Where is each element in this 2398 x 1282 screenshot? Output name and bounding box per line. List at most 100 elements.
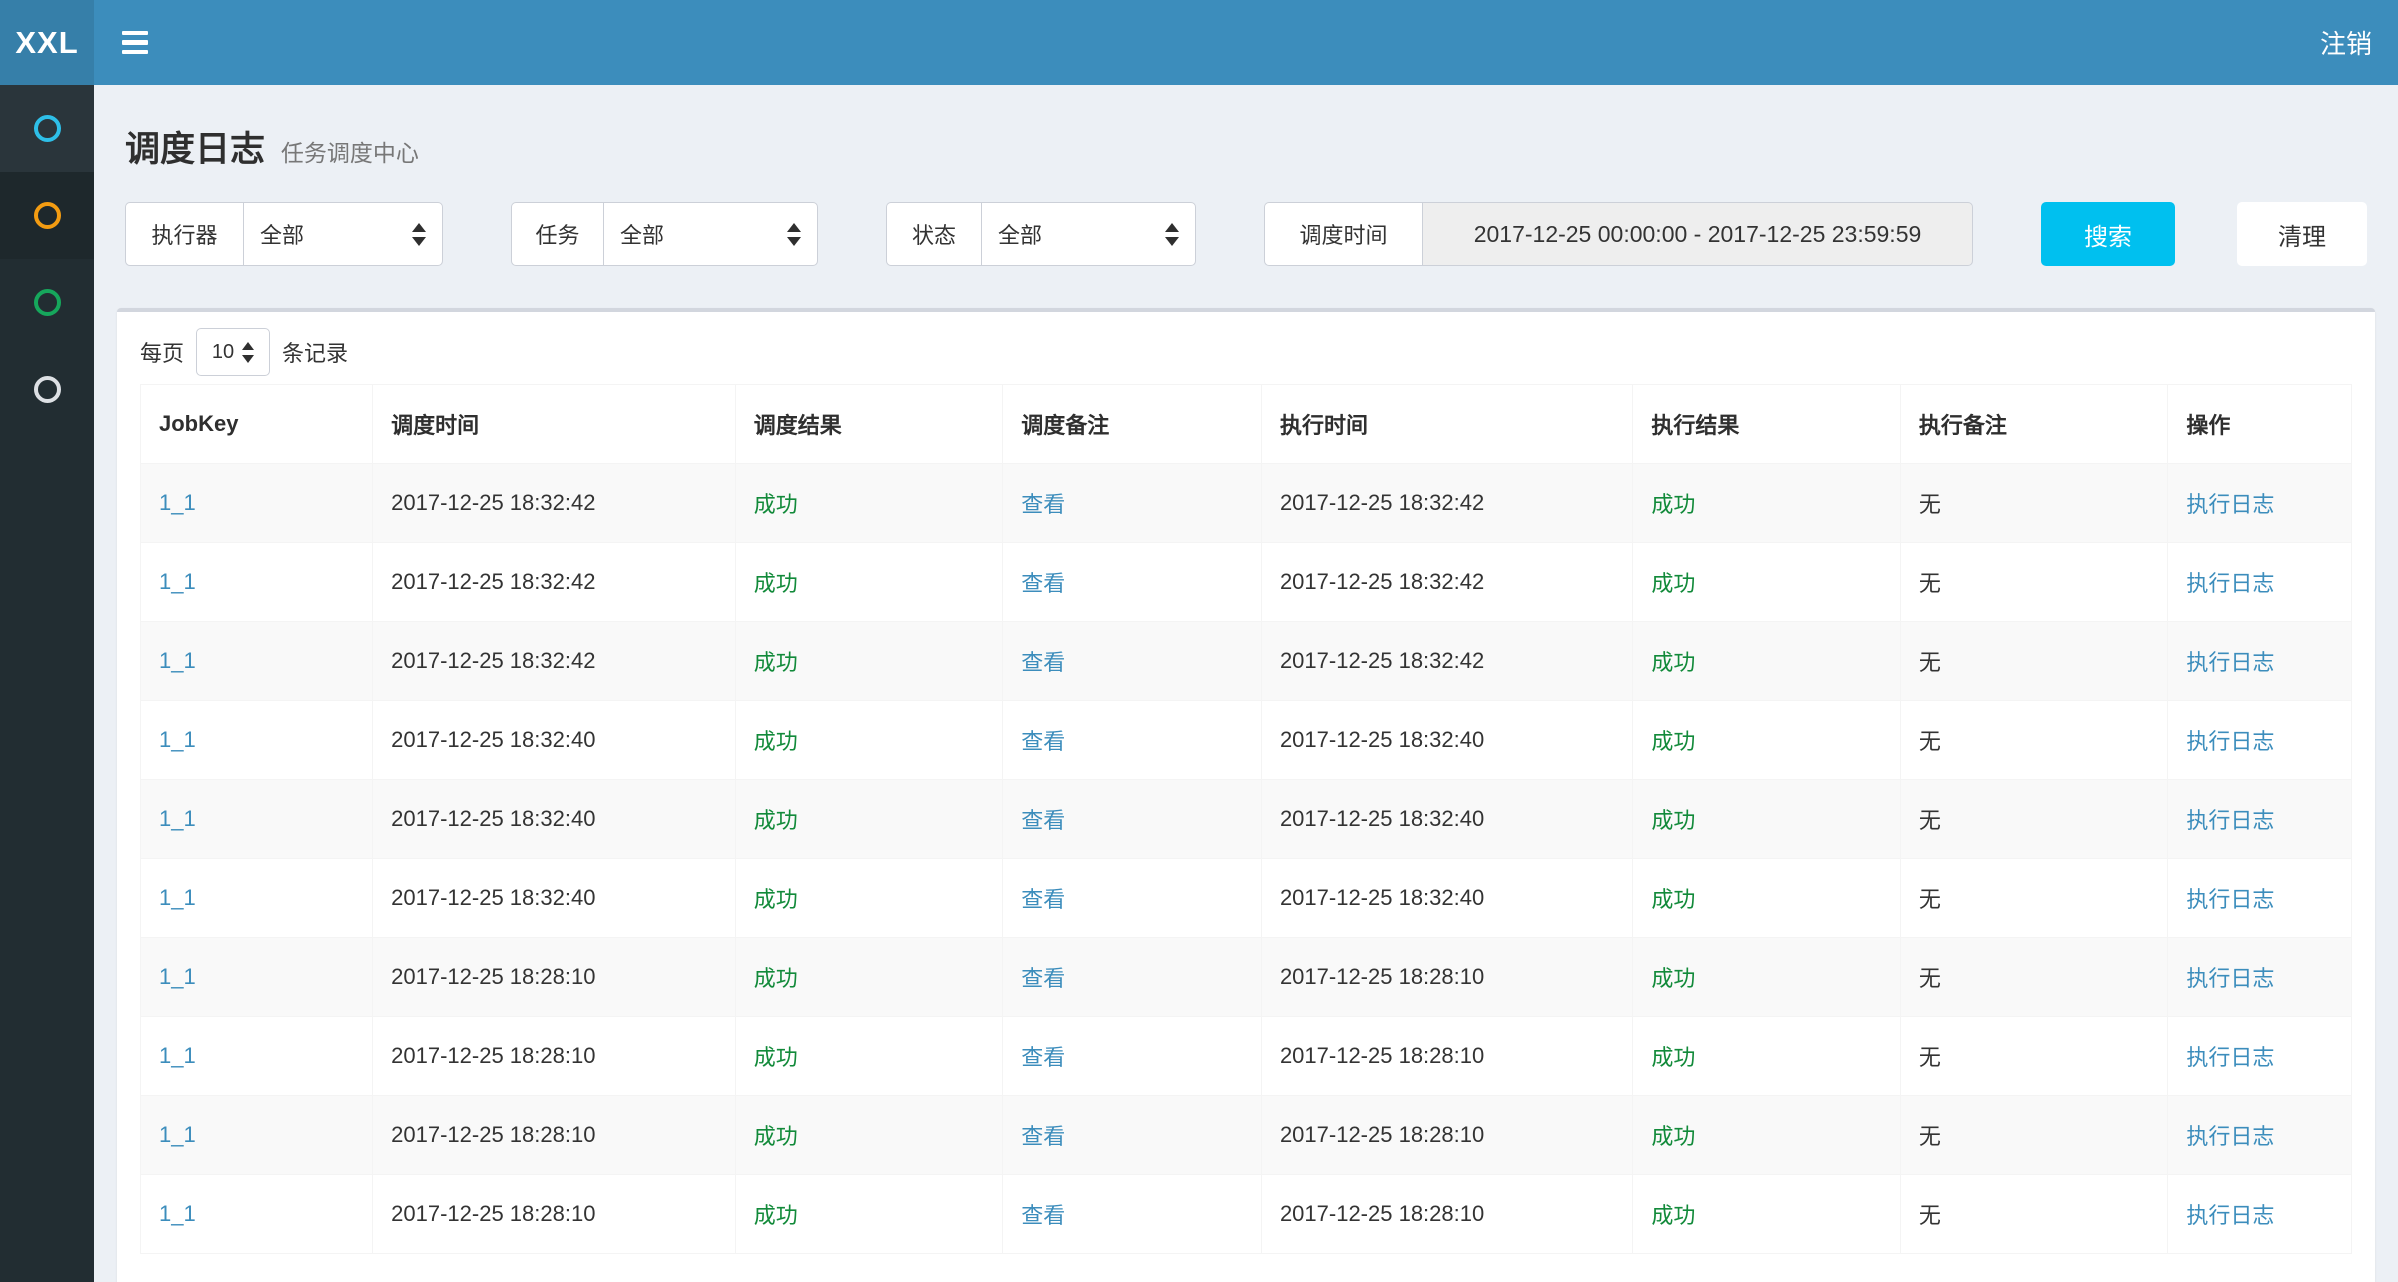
sidebar-item-1[interactable] bbox=[0, 85, 94, 172]
jobkey-link[interactable]: 1_1 bbox=[159, 1043, 196, 1068]
select-spinner-icon bbox=[787, 223, 801, 246]
trigger-msg-view-link[interactable]: 查看 bbox=[1021, 1203, 1065, 1228]
jobkey-link[interactable]: 1_1 bbox=[159, 806, 196, 831]
log-table: JobKey 调度时间 调度结果 调度备注 执行时间 执行结果 执行备注 操作 … bbox=[140, 384, 2352, 1254]
jobkey-link[interactable]: 1_1 bbox=[159, 490, 196, 515]
handle-time-cell: 2017-12-25 18:28:10 bbox=[1261, 1096, 1632, 1175]
handle-msg-cell: 无 bbox=[1900, 701, 2168, 780]
exec-log-link[interactable]: 执行日志 bbox=[2186, 650, 2274, 675]
table-row: 1_1 2017-12-25 18:28:10 成功 查看 2017-12-25… bbox=[141, 1017, 2352, 1096]
executor-filter-label: 执行器 bbox=[125, 202, 243, 266]
search-button[interactable]: 搜索 bbox=[2041, 202, 2175, 266]
circle-icon-orange bbox=[34, 202, 61, 229]
exec-log-link[interactable]: 执行日志 bbox=[2186, 729, 2274, 754]
trigger-msg-view-link[interactable]: 查看 bbox=[1021, 1124, 1065, 1149]
trigger-result-cell: 成功 bbox=[735, 859, 1003, 938]
exec-log-link[interactable]: 执行日志 bbox=[2186, 1124, 2274, 1149]
page-size-select[interactable]: 10 bbox=[196, 328, 270, 376]
page-size-suffix: 条记录 bbox=[282, 336, 348, 368]
handle-time-cell: 2017-12-25 18:32:42 bbox=[1261, 543, 1632, 622]
handle-msg-cell: 无 bbox=[1900, 622, 2168, 701]
trigger-time-cell: 2017-12-25 18:32:42 bbox=[373, 543, 736, 622]
sidebar-item-4[interactable] bbox=[0, 346, 94, 433]
trigger-msg-view-link[interactable]: 查看 bbox=[1021, 966, 1065, 991]
trigger-msg-view-link[interactable]: 查看 bbox=[1021, 1045, 1065, 1070]
select-spinner-icon bbox=[242, 342, 254, 363]
exec-log-link[interactable]: 执行日志 bbox=[2186, 808, 2274, 833]
trigger-result-cell: 成功 bbox=[735, 622, 1003, 701]
trigger-msg-view-link[interactable]: 查看 bbox=[1021, 808, 1065, 833]
executor-filter-select[interactable]: 全部 bbox=[243, 202, 443, 266]
handle-msg-cell: 无 bbox=[1900, 1175, 2168, 1254]
job-filter-select[interactable]: 全部 bbox=[603, 202, 818, 266]
handle-time-cell: 2017-12-25 18:32:42 bbox=[1261, 622, 1632, 701]
exec-log-link[interactable]: 执行日志 bbox=[2186, 887, 2274, 912]
handle-time-cell: 2017-12-25 18:28:10 bbox=[1261, 1017, 1632, 1096]
table-row: 1_1 2017-12-25 18:32:40 成功 查看 2017-12-25… bbox=[141, 780, 2352, 859]
main-content: 调度日志 任务调度中心 执行器 全部 任务 全部 状态 全部 bbox=[94, 121, 2398, 1282]
exec-log-link[interactable]: 执行日志 bbox=[2186, 571, 2274, 596]
status-filter-select[interactable]: 全部 bbox=[981, 202, 1196, 266]
clear-button[interactable]: 清理 bbox=[2237, 202, 2367, 266]
page-header: 调度日志 任务调度中心 bbox=[125, 121, 2367, 172]
handle-time-cell: 2017-12-25 18:28:10 bbox=[1261, 1175, 1632, 1254]
exec-log-link[interactable]: 执行日志 bbox=[2186, 1203, 2274, 1228]
trigger-result-cell: 成功 bbox=[735, 1096, 1003, 1175]
trigger-time-cell: 2017-12-25 18:28:10 bbox=[373, 938, 736, 1017]
table-row: 1_1 2017-12-25 18:28:10 成功 查看 2017-12-25… bbox=[141, 1096, 2352, 1175]
handle-time-cell: 2017-12-25 18:32:40 bbox=[1261, 780, 1632, 859]
log-box: 每页 10 条记录 JobKey 调度时间 调度结果 调度备注 执行时间 执行结… bbox=[117, 308, 2375, 1282]
jobkey-link[interactable]: 1_1 bbox=[159, 1201, 196, 1226]
circle-icon-light bbox=[34, 376, 61, 403]
sidebar-item-2[interactable] bbox=[0, 172, 94, 259]
handle-msg-cell: 无 bbox=[1900, 1096, 2168, 1175]
filter-bar: 执行器 全部 任务 全部 状态 全部 调度时间 2017-12-25 00:00… bbox=[125, 202, 2367, 266]
col-handle-result: 执行结果 bbox=[1633, 385, 1901, 464]
jobkey-link[interactable]: 1_1 bbox=[159, 648, 196, 673]
select-spinner-icon bbox=[412, 223, 426, 246]
col-handle-time: 执行时间 bbox=[1261, 385, 1632, 464]
trigger-time-cell: 2017-12-25 18:28:10 bbox=[373, 1096, 736, 1175]
jobkey-link[interactable]: 1_1 bbox=[159, 1122, 196, 1147]
trigger-result-cell: 成功 bbox=[735, 938, 1003, 1017]
trigger-msg-view-link[interactable]: 查看 bbox=[1021, 571, 1065, 596]
handle-result-cell: 成功 bbox=[1633, 1175, 1901, 1254]
exec-log-link[interactable]: 执行日志 bbox=[2186, 966, 2274, 991]
handle-result-cell: 成功 bbox=[1633, 622, 1901, 701]
trigger-msg-view-link[interactable]: 查看 bbox=[1021, 729, 1065, 754]
table-row: 1_1 2017-12-25 18:32:40 成功 查看 2017-12-25… bbox=[141, 701, 2352, 780]
col-handle-msg: 执行备注 bbox=[1900, 385, 2168, 464]
sidebar-nav bbox=[0, 85, 94, 1282]
jobkey-link[interactable]: 1_1 bbox=[159, 885, 196, 910]
handle-result-cell: 成功 bbox=[1633, 1017, 1901, 1096]
trigger-result-cell: 成功 bbox=[735, 701, 1003, 780]
trigger-time-range-input[interactable]: 2017-12-25 00:00:00 - 2017-12-25 23:59:5… bbox=[1422, 202, 1973, 266]
handle-msg-cell: 无 bbox=[1900, 859, 2168, 938]
trigger-time-cell: 2017-12-25 18:32:42 bbox=[373, 464, 736, 543]
handle-msg-cell: 无 bbox=[1900, 1017, 2168, 1096]
trigger-msg-view-link[interactable]: 查看 bbox=[1021, 650, 1065, 675]
circle-icon-green bbox=[34, 289, 61, 316]
sidebar-toggle-button[interactable] bbox=[94, 0, 176, 85]
trigger-time-filter-label: 调度时间 bbox=[1264, 202, 1422, 266]
handle-result-cell: 成功 bbox=[1633, 780, 1901, 859]
trigger-msg-view-link[interactable]: 查看 bbox=[1021, 492, 1065, 517]
table-row: 1_1 2017-12-25 18:32:42 成功 查看 2017-12-25… bbox=[141, 543, 2352, 622]
table-row: 1_1 2017-12-25 18:28:10 成功 查看 2017-12-25… bbox=[141, 938, 2352, 1017]
trigger-time-cell: 2017-12-25 18:28:10 bbox=[373, 1017, 736, 1096]
exec-log-link[interactable]: 执行日志 bbox=[2186, 1045, 2274, 1070]
sidebar-item-3[interactable] bbox=[0, 259, 94, 346]
handle-msg-cell: 无 bbox=[1900, 780, 2168, 859]
trigger-time-cell: 2017-12-25 18:32:42 bbox=[373, 622, 736, 701]
exec-log-link[interactable]: 执行日志 bbox=[2186, 492, 2274, 517]
jobkey-link[interactable]: 1_1 bbox=[159, 727, 196, 752]
handle-result-cell: 成功 bbox=[1633, 1096, 1901, 1175]
jobkey-link[interactable]: 1_1 bbox=[159, 964, 196, 989]
app-logo[interactable]: XXL bbox=[0, 0, 94, 85]
log-table-body: 1_1 2017-12-25 18:32:42 成功 查看 2017-12-25… bbox=[141, 464, 2352, 1254]
jobkey-link[interactable]: 1_1 bbox=[159, 569, 196, 594]
handle-time-cell: 2017-12-25 18:32:42 bbox=[1261, 464, 1632, 543]
trigger-msg-view-link[interactable]: 查看 bbox=[1021, 887, 1065, 912]
logout-link[interactable]: 注销 bbox=[2294, 0, 2398, 85]
trigger-time-cell: 2017-12-25 18:28:10 bbox=[373, 1175, 736, 1254]
